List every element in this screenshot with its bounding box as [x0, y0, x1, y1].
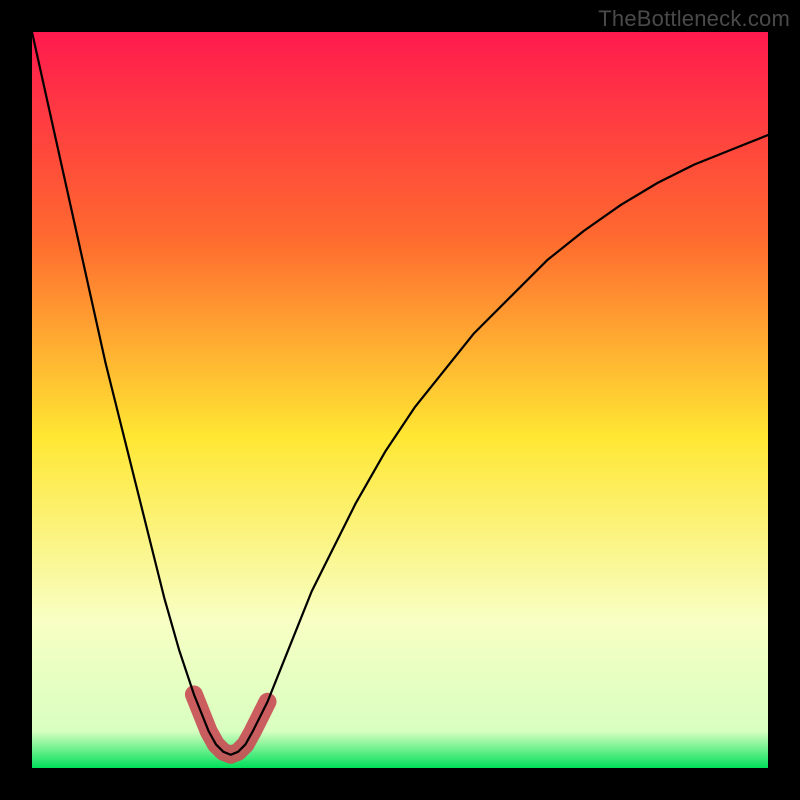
chart-frame: TheBottleneck.com [0, 0, 800, 800]
gradient-background [32, 32, 768, 768]
chart-svg [32, 32, 768, 768]
plot-area [32, 32, 768, 768]
watermark-text: TheBottleneck.com [598, 6, 790, 32]
